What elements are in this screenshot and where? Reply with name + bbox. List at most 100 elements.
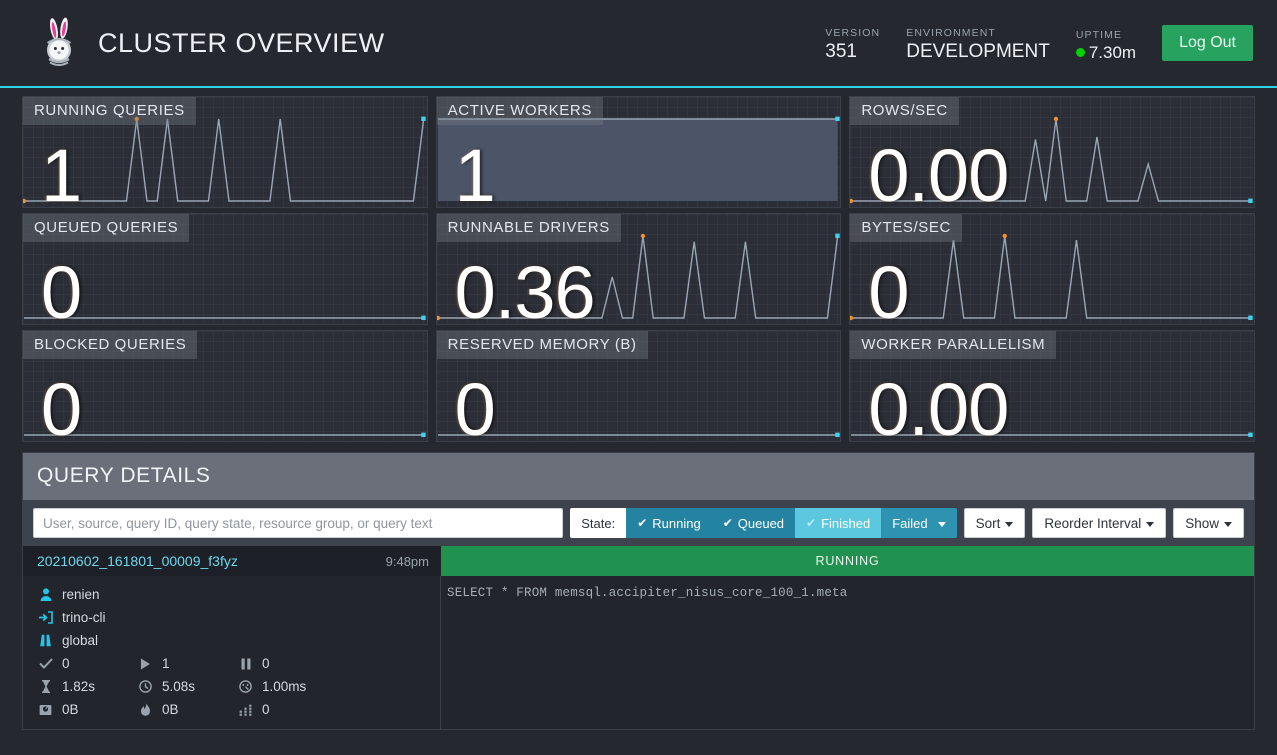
query-sql-text: SELECT * FROM memsql.accipiter_nisus_cor… [447, 586, 848, 600]
query-details-toolbar: State: ✔ Running ✔ Queued ✔ Finished Fai… [23, 500, 1254, 546]
chevron-down-icon [1146, 521, 1155, 527]
metric-card-worker-parallelism: WORKER PARALLELISM 0.00 [849, 330, 1256, 442]
uptime-value-wrap: 7.30m [1075, 43, 1136, 62]
query-row-header: 20210602_161801_00009_f3fyz 9:48pm RUNNI… [23, 546, 1254, 576]
query-stat-value: 0 [262, 656, 270, 671]
metric-card-active-workers: ACTIVE WORKERS 1 [435, 96, 842, 208]
search-input[interactable] [33, 508, 564, 538]
version-stat: VERSION 351 [825, 27, 880, 62]
query-stat-value: 5.08s [162, 679, 196, 694]
page-title: CLUSTER OVERVIEW [98, 27, 385, 58]
fire-icon [137, 703, 154, 716]
query-user: renien [62, 587, 100, 602]
metric-label: WORKER PARALLELISM [850, 331, 1057, 359]
chevron-down-icon [937, 521, 946, 527]
sign-in-icon [37, 611, 54, 624]
state-filter-group: State: ✔ Running ✔ Queued ✔ Finished Fai… [570, 508, 957, 538]
clock-icon [137, 680, 154, 693]
uptime-stat: UPTIME 7.30m [1075, 28, 1136, 62]
state-filter-running-label: Running [652, 515, 701, 531]
show-dropdown[interactable]: Show [1173, 508, 1244, 538]
state-filter-queued-label: Queued [737, 515, 785, 531]
metrics-grid: RUNNING QUERIES 1 ACTIVE WORKERS 1 ROWS/… [0, 88, 1277, 442]
check-icon: ✔ [806, 516, 817, 530]
uptime-label: UPTIME [1075, 28, 1123, 41]
query-stat-cumulative-memory: 0 [237, 702, 337, 717]
query-row-body: renien trino-cli global 0 1 0 1.82s 5.08… [23, 576, 1254, 729]
query-stat-cpu-time: 5.08s [137, 679, 237, 694]
query-source-row: trino-cli [37, 606, 440, 629]
sort-dropdown-label: Sort [975, 515, 1001, 531]
state-filter-finished-label: Finished [821, 515, 871, 531]
page-header: CLUSTER OVERVIEW VERSION 351 ENVIRONMENT… [0, 0, 1277, 88]
reorder-interval-dropdown-label: Reorder Interval [1044, 515, 1142, 531]
hourglass-icon [37, 680, 54, 693]
query-user-row: renien [37, 583, 440, 606]
bars-icon [237, 704, 254, 716]
reorder-interval-dropdown[interactable]: Reorder Interval [1032, 508, 1167, 538]
metric-label: BLOCKED QUERIES [23, 331, 198, 359]
metric-label: QUEUED QUERIES [23, 214, 190, 242]
state-filter-finished[interactable]: ✔ Finished [795, 508, 882, 538]
user-icon [37, 588, 54, 601]
query-source: trino-cli [62, 610, 106, 625]
metric-card-reserved-memory: RESERVED MEMORY (B) 0 [435, 330, 842, 442]
query-stat-current-memory: 0B [37, 702, 137, 717]
logout-button[interactable]: Log Out [1162, 24, 1253, 61]
query-resource-group: global [62, 633, 99, 648]
metric-card-blocked-queries: BLOCKED QUERIES 0 [22, 330, 428, 442]
metric-label: RESERVED MEMORY (B) [436, 331, 648, 359]
state-filter-queued[interactable]: ✔ Queued [711, 508, 796, 538]
sort-dropdown[interactable]: Sort [963, 508, 1026, 538]
query-stat-value: 0B [162, 702, 179, 717]
query-stat-value: 0 [262, 702, 270, 717]
query-identity: 20210602_161801_00009_f3fyz 9:48pm [23, 546, 441, 576]
query-stat-value: 1.00ms [262, 679, 307, 694]
live-status-dot-icon [1075, 47, 1085, 57]
check-icon: ✔ [637, 516, 648, 530]
state-filter-failed[interactable]: Failed [881, 508, 957, 538]
show-dropdown-label: Show [1185, 515, 1219, 531]
metric-label: BYTES/SEC [850, 214, 962, 242]
metrics-row-2: QUEUED QUERIES 0 RUNNABLE DRIVERS 0.36 B… [22, 213, 1256, 325]
check-icon [37, 658, 54, 669]
query-stats-row-1: 0 1 0 [37, 652, 440, 675]
metric-card-rows-per-sec: ROWS/SEC 0.00 [849, 96, 1256, 208]
environment-label: ENVIRONMENT [906, 26, 996, 39]
query-stat-value: 0 [62, 656, 70, 671]
query-resource-group-row: global [37, 629, 440, 652]
query-stat-value: 1 [162, 656, 170, 671]
pause-icon [237, 658, 254, 670]
query-stat-queued-splits: 0 [237, 656, 337, 671]
query-stat-value: 0B [62, 702, 79, 717]
metric-label: RUNNING QUERIES [23, 97, 196, 125]
state-filter-label: State: [570, 508, 627, 538]
state-filter-running[interactable]: ✔ Running [626, 508, 712, 538]
state-filter-failed-label: Failed [892, 515, 928, 531]
metric-label: ROWS/SEC [850, 97, 959, 125]
query-metadata: renien trino-cli global 0 1 0 1.82s 5.08… [23, 576, 441, 729]
rabbit-logo-icon [40, 17, 82, 69]
gauge-icon [237, 680, 254, 693]
query-id-link[interactable]: 20210602_161801_00009_f3fyz [37, 553, 378, 569]
query-stat-wall-time: 1.82s [37, 679, 137, 694]
version-label: VERSION [825, 26, 881, 39]
environment-stat: ENVIRONMENT DEVELOPMENT [906, 27, 1050, 62]
check-icon: ✔ [722, 516, 733, 530]
query-stat-running-splits: 1 [137, 656, 237, 671]
query-details-panel: QUERY DETAILS State: ✔ Running ✔ Queued … [22, 452, 1255, 730]
chevron-down-icon [1005, 521, 1014, 527]
query-stats-row-3: 0B 0B 0 [37, 698, 440, 721]
query-stats-row-2: 1.82s 5.08s 1.00ms [37, 675, 440, 698]
version-value: 351 [825, 40, 857, 62]
query-details-title: QUERY DETAILS [23, 453, 1254, 500]
query-stat-peak-memory: 0B [137, 702, 237, 717]
environment-value: DEVELOPMENT [906, 40, 1050, 62]
query-time: 9:48pm [385, 553, 429, 569]
metrics-row-1: RUNNING QUERIES 1 ACTIVE WORKERS 1 ROWS/… [22, 96, 1256, 208]
metric-card-runnable-drivers: RUNNABLE DRIVERS 0.36 [435, 213, 842, 325]
metric-card-bytes-per-sec: BYTES/SEC 0 [849, 213, 1256, 325]
metrics-row-3: BLOCKED QUERIES 0 RESERVED MEMORY (B) 0 … [22, 330, 1256, 442]
scale-icon [37, 704, 54, 716]
query-stat-completed-splits: 0 [37, 656, 137, 671]
